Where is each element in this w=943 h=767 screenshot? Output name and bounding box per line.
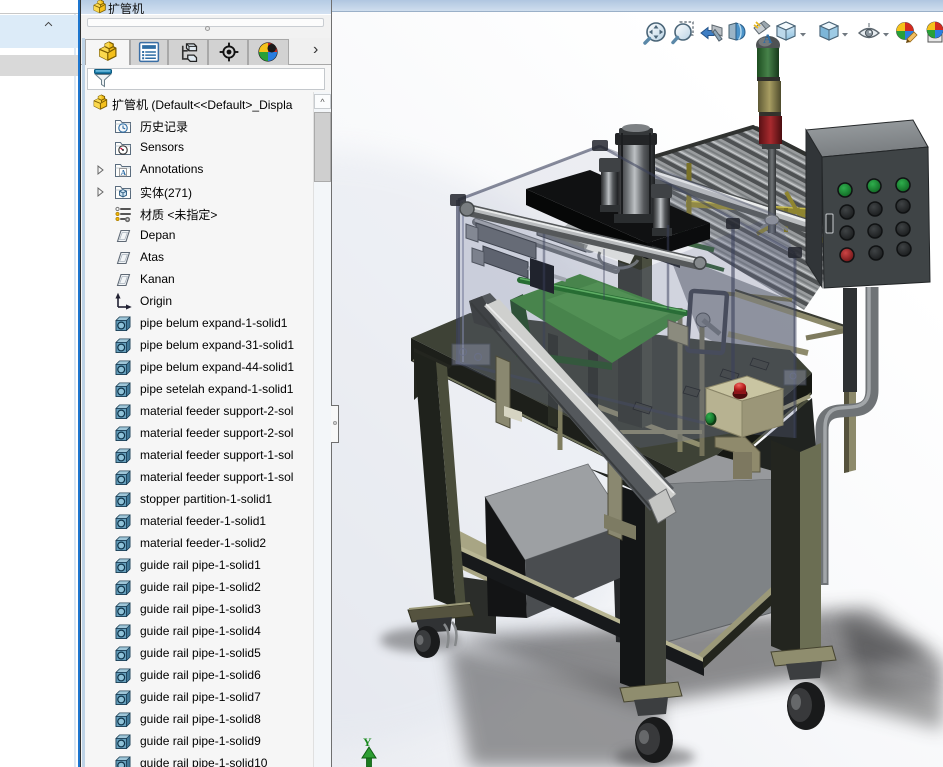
svg-text:A: A [763, 31, 773, 46]
svg-text:A: A [121, 168, 127, 177]
